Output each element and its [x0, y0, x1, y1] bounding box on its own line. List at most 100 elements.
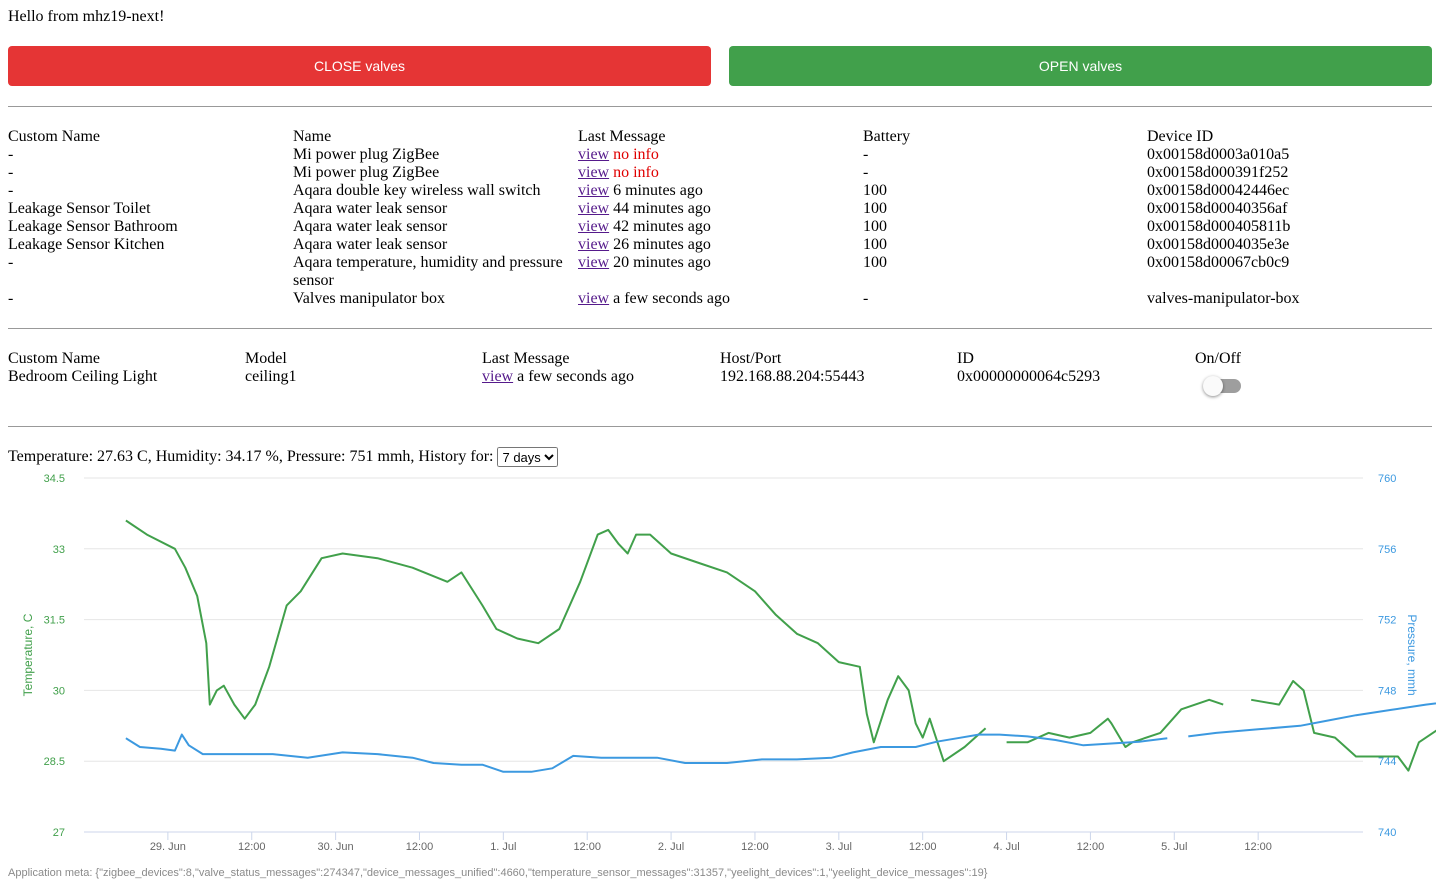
- custom-name-cell: -: [8, 164, 14, 181]
- header-custom-name: Custom Name: [8, 128, 100, 145]
- last-message-cell: view 26 minutes ago: [578, 236, 711, 254]
- device-name-cell: Mi power plug ZigBee: [293, 146, 440, 163]
- custom-name-cell: Leakage Sensor Toilet: [8, 200, 151, 217]
- y-left-tick-label: 27: [53, 827, 65, 839]
- device-id-cell: 0x00158d000391f252: [1147, 164, 1289, 181]
- temperature-line: [1006, 698, 1224, 748]
- header-name: Name: [293, 128, 332, 145]
- y-left-axis-title: Temperature, C: [21, 613, 35, 696]
- battery-cell: 100: [863, 254, 887, 271]
- custom-name-cell: -: [8, 290, 14, 307]
- greeting: Hello from mhz19-next!: [8, 8, 165, 25]
- last-message-text: 26 minutes ago: [613, 236, 711, 253]
- device-name-cell: Aqara temperature, humidity and pressure…: [293, 254, 563, 289]
- x-tick-label: 12:00: [406, 841, 434, 853]
- header-device-id: Device ID: [1147, 128, 1214, 145]
- header-host-port: Host/Port: [720, 350, 782, 367]
- custom-name-cell: -: [8, 182, 14, 199]
- y-left-tick-label: 34.5: [44, 473, 65, 485]
- header-custom-name: Custom Name: [8, 350, 100, 367]
- view-link[interactable]: view: [578, 236, 609, 253]
- x-tick-label: 30. Jun: [318, 841, 354, 853]
- x-tick-label: 12:00: [1077, 841, 1105, 853]
- last-message-text: a few seconds ago: [613, 290, 730, 307]
- battery-cell: -: [863, 164, 869, 181]
- device-name-cell: Aqara water leak sensor: [293, 218, 448, 235]
- x-tick-label: 12:00: [238, 841, 266, 853]
- y-right-tick-label: 740: [1378, 827, 1396, 839]
- y-left-tick-label: 31.5: [44, 615, 65, 627]
- custom-name-cell: Bedroom Ceiling Light: [8, 368, 158, 385]
- y-right-tick-label: 748: [1378, 685, 1396, 697]
- device-id-cell: 0x00000000064c5293: [957, 368, 1101, 385]
- pressure-line: [125, 733, 1168, 773]
- last-message-text: no info: [613, 164, 659, 181]
- header-last-message: Last Message: [482, 350, 570, 367]
- x-tick-label: 29. Jun: [150, 841, 186, 853]
- device-id-cell: 0x00158d00042446ec: [1147, 182, 1290, 199]
- y-left-tick-label: 28.5: [44, 756, 65, 768]
- last-message-cell: view 42 minutes ago: [578, 218, 711, 236]
- header-id: ID: [957, 350, 974, 367]
- temperature-line: [125, 519, 987, 763]
- custom-name-cell: -: [8, 254, 14, 271]
- battery-cell: 100: [863, 200, 887, 217]
- device-id-cell: valves-manipulator-box: [1147, 290, 1300, 307]
- custom-name-cell: Leakage Sensor Bathroom: [8, 218, 178, 235]
- divider: [8, 328, 1432, 329]
- x-tick-label: 12:00: [909, 841, 937, 853]
- light-power-toggle[interactable]: [1203, 376, 1241, 396]
- climate-readings: Temperature: 27.63 C, Humidity: 34.17 %,…: [8, 448, 494, 465]
- last-message-cell: view a few seconds ago: [578, 290, 730, 308]
- last-message-text: 44 minutes ago: [613, 200, 711, 217]
- x-tick-label: 12:00: [741, 841, 769, 853]
- view-link[interactable]: view: [578, 182, 609, 199]
- divider: [8, 106, 1432, 107]
- device-id-cell: 0x00158d00040356af: [1147, 200, 1288, 217]
- view-link[interactable]: view: [578, 218, 609, 235]
- battery-cell: 100: [863, 182, 887, 199]
- view-link[interactable]: view: [482, 368, 513, 385]
- view-link[interactable]: view: [578, 200, 609, 217]
- header-model: Model: [245, 350, 287, 367]
- view-link[interactable]: view: [578, 254, 609, 271]
- last-message-text: a few seconds ago: [517, 368, 634, 385]
- battery-cell: 100: [863, 218, 887, 235]
- last-message-text: no info: [613, 146, 659, 163]
- x-tick-label: 12:00: [1244, 841, 1272, 853]
- last-message-cell: view 6 minutes ago: [578, 182, 703, 200]
- y-right-tick-label: 760: [1378, 473, 1396, 485]
- view-link[interactable]: view: [578, 164, 609, 181]
- custom-name-cell: -: [8, 146, 14, 163]
- device-name-cell: Valves manipulator box: [293, 290, 445, 307]
- last-message-text: 6 minutes ago: [613, 182, 703, 199]
- toggle-knob: [1203, 376, 1223, 396]
- last-message-cell: view no info: [578, 146, 659, 164]
- battery-cell: -: [863, 146, 869, 163]
- custom-name-cell: Leakage Sensor Kitchen: [8, 236, 165, 253]
- last-message-cell: view 20 minutes ago: [578, 254, 711, 272]
- battery-cell: -: [863, 290, 869, 307]
- battery-cell: 100: [863, 236, 887, 253]
- x-tick-label: 5. Jul: [1161, 841, 1187, 853]
- device-name-cell: Aqara double key wireless wall switch: [293, 182, 541, 199]
- x-tick-label: 2. Jul: [658, 841, 684, 853]
- y-right-axis-title: Pressure, mmh: [1405, 614, 1419, 695]
- close-valves-button[interactable]: CLOSE valves: [8, 46, 711, 86]
- history-select[interactable]: 7 days: [497, 447, 559, 468]
- view-link[interactable]: view: [578, 290, 609, 307]
- temperature-line: [1251, 680, 1436, 772]
- application-meta: Application meta: {"zigbee_devices":8,"v…: [8, 867, 988, 879]
- last-message-cell: view 44 minutes ago: [578, 200, 711, 218]
- device-name-cell: Mi power plug ZigBee: [293, 164, 440, 181]
- host-port-cell: 192.168.88.204:55443: [720, 368, 865, 385]
- model-cell: ceiling1: [245, 368, 297, 385]
- last-message-text: 20 minutes ago: [613, 254, 711, 271]
- view-link[interactable]: view: [578, 146, 609, 163]
- y-right-tick-label: 756: [1378, 544, 1396, 556]
- y-right-tick-label: 744: [1378, 756, 1396, 768]
- x-tick-label: 3. Jul: [826, 841, 852, 853]
- last-message-cell: view a few seconds ago: [482, 368, 634, 386]
- open-valves-button[interactable]: OPEN valves: [729, 46, 1432, 86]
- y-left-tick-label: 30: [53, 685, 65, 697]
